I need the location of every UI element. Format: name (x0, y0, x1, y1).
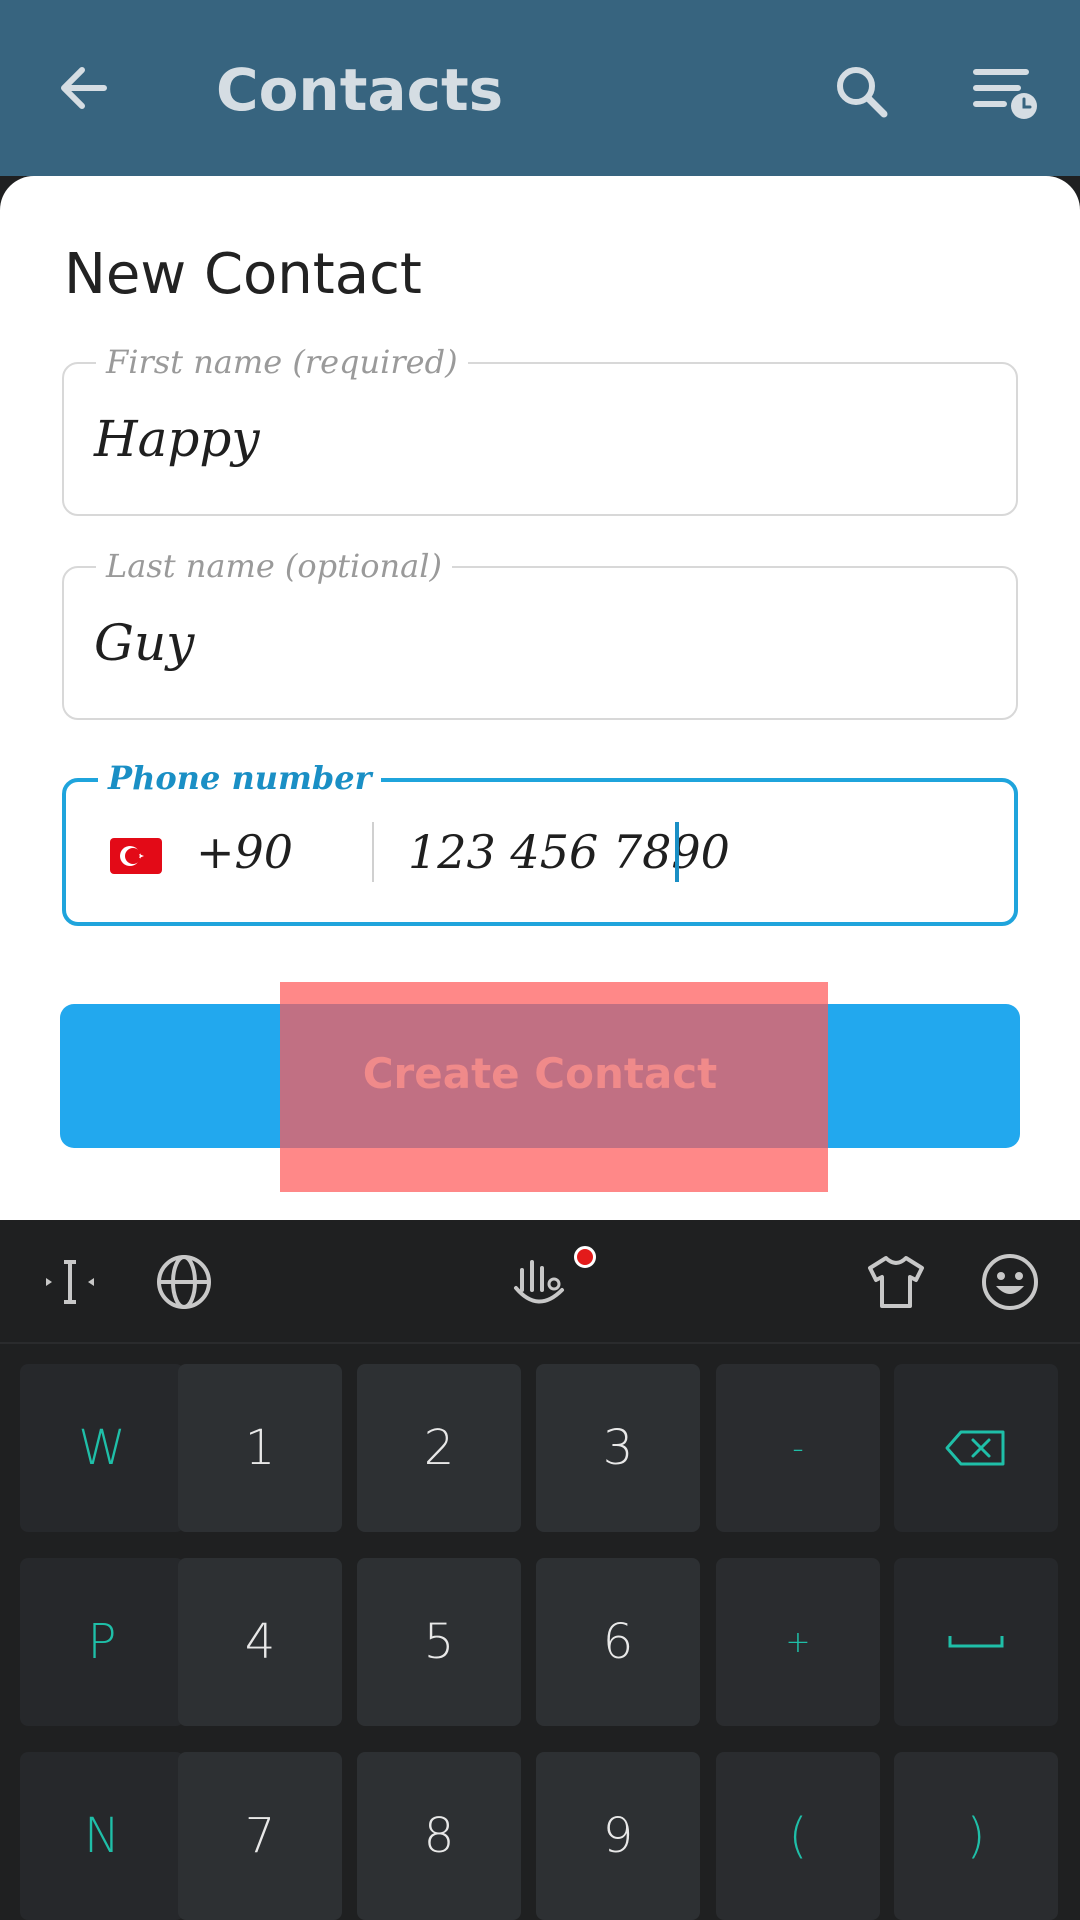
emoji-icon[interactable] (978, 1250, 1042, 1314)
key-plus[interactable]: + (716, 1558, 880, 1726)
globe-icon[interactable] (152, 1250, 216, 1314)
keyboard: W 1 2 3 - P 4 5 6 + N 7 8 9 ( ) (0, 1346, 1080, 1920)
key-5[interactable]: 5 (357, 1558, 521, 1726)
app-bar: Contacts (0, 0, 1080, 176)
key-2[interactable]: 2 (357, 1364, 521, 1532)
key-open-paren[interactable]: ( (716, 1752, 880, 1920)
space-icon (948, 1636, 1004, 1648)
key-backspace[interactable] (894, 1364, 1058, 1532)
key-w[interactable]: W (20, 1364, 184, 1532)
app-bar-title: Contacts (216, 56, 504, 124)
shirt-icon[interactable] (864, 1250, 928, 1314)
text-caret (675, 822, 679, 882)
phone-number-label: Phone number (98, 756, 382, 800)
last-name-field[interactable]: Last name (optional) Guy (62, 544, 1018, 720)
notification-dot (574, 1246, 596, 1268)
search-icon[interactable] (832, 62, 892, 122)
keyboard-toolbar (0, 1220, 1080, 1344)
key-p[interactable]: P (20, 1558, 184, 1726)
key-8[interactable]: 8 (357, 1752, 521, 1920)
key-6[interactable]: 6 (536, 1558, 700, 1726)
first-name-input[interactable]: Happy (94, 406, 260, 472)
sheet-title: New Contact (64, 242, 422, 307)
key-space[interactable] (894, 1558, 1058, 1726)
text-cursor-icon[interactable] (38, 1250, 102, 1314)
gesture-hand-icon[interactable] (508, 1250, 572, 1314)
key-3[interactable]: 3 (536, 1364, 700, 1532)
first-name-label: First name (required) (96, 340, 468, 384)
key-4[interactable]: 4 (178, 1558, 342, 1726)
filter-clock-icon[interactable] (970, 62, 1040, 122)
create-contact-label[interactable]: Create Contact (0, 1049, 1080, 1098)
arrow-left-icon[interactable] (54, 58, 114, 118)
last-name-label: Last name (optional) (96, 544, 452, 588)
country-code[interactable]: +90 (196, 820, 293, 884)
divider (372, 822, 374, 882)
first-name-field[interactable]: First name (required) Happy (62, 340, 1018, 516)
phone-number-field[interactable]: Phone number +90 123 456 7890 (62, 756, 1018, 926)
phone-number-input[interactable]: 123 456 7890 (408, 820, 730, 884)
turkey-flag-icon[interactable] (110, 838, 162, 874)
key-n[interactable]: N (20, 1752, 184, 1920)
key-close-paren[interactable]: ) (894, 1752, 1058, 1920)
key-1[interactable]: 1 (178, 1364, 342, 1532)
backspace-icon (945, 1430, 1005, 1466)
key-9[interactable]: 9 (536, 1752, 700, 1920)
key-minus[interactable]: - (716, 1364, 880, 1532)
key-7[interactable]: 7 (178, 1752, 342, 1920)
last-name-input[interactable]: Guy (94, 610, 194, 676)
